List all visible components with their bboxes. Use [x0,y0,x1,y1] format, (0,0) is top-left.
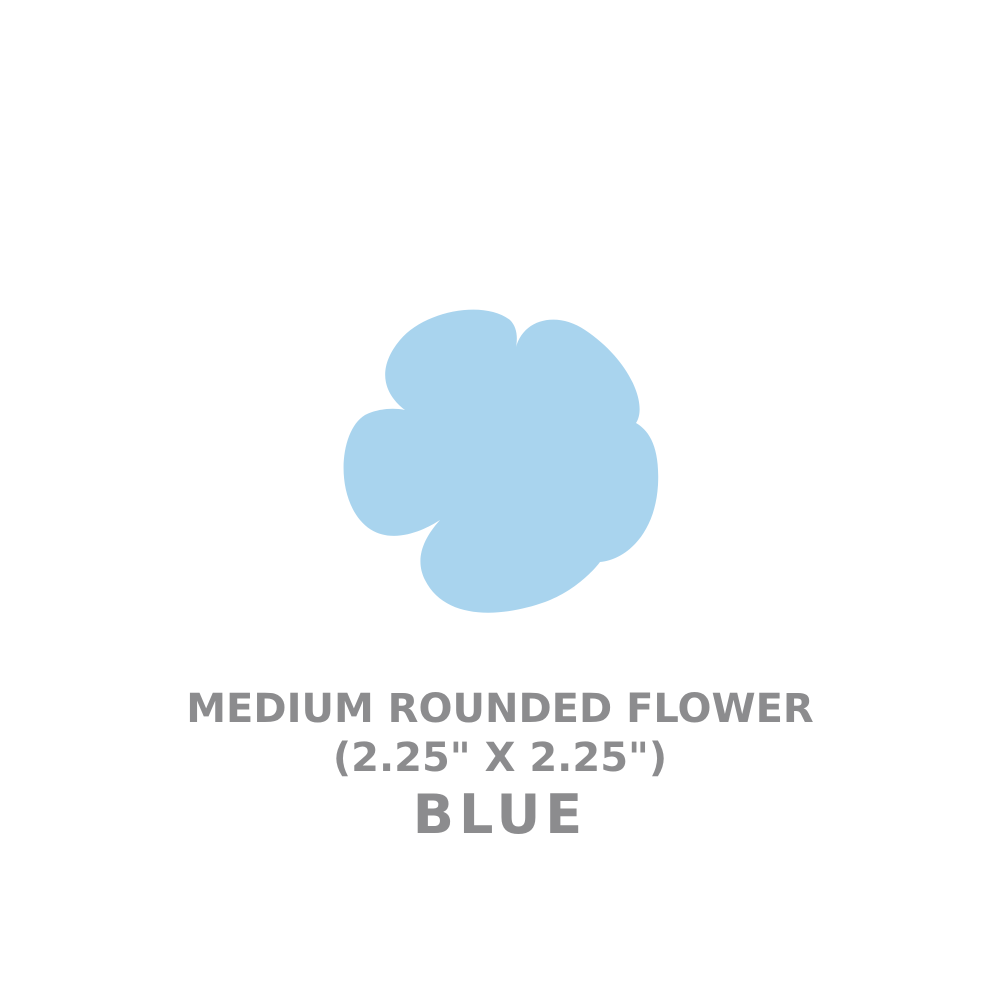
color-name: BLUE [412,783,588,846]
size-label: (2.25" X 2.25") [332,735,668,781]
rounded-flower-icon [343,309,659,613]
product-caption: MEDIUM ROUNDED FLOWER (2.25" X 2.25") BL… [0,684,1000,848]
shape-name: MEDIUM ROUNDED FLOWER [186,686,814,732]
flower-petals [343,309,659,613]
flower-shape-container [330,290,670,630]
